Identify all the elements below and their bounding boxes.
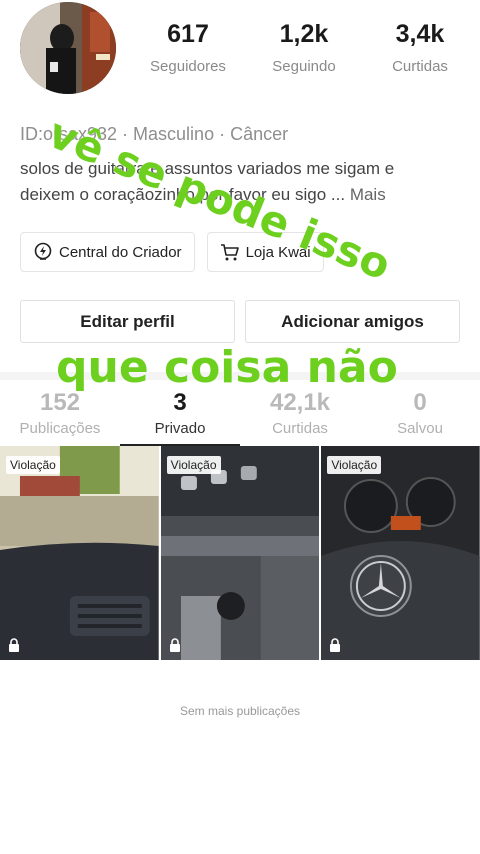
overlay-caption-middle: que coisa não xyxy=(56,342,398,393)
lock-icon xyxy=(169,638,180,652)
avatar[interactable] xyxy=(20,2,116,94)
video-thumbnail[interactable]: Violação xyxy=(160,446,320,660)
tab-publications[interactable]: 152 Publicações xyxy=(0,388,120,446)
tab-private-count: 3 xyxy=(173,389,187,416)
bio-line-1: solos de guitarra e assuntos variados me… xyxy=(20,159,395,178)
bio-more-link[interactable]: Mais xyxy=(350,185,386,204)
tab-likes-count: 42,1k xyxy=(269,389,331,416)
car-interior-thumbnail xyxy=(160,446,320,660)
lock-icon xyxy=(330,638,341,652)
cart-icon xyxy=(220,244,239,261)
profile-tabs: 152 Publicações 3 Privado 42,1k Curtidas… xyxy=(0,388,480,446)
likes-count: 3,4k xyxy=(395,20,445,48)
tab-saved-count: 0 xyxy=(413,389,427,416)
section-divider xyxy=(0,372,480,380)
add-friends-button[interactable]: Adicionar amigos xyxy=(245,300,460,343)
tab-private[interactable]: 3 Privado xyxy=(120,388,240,446)
likes-label: Curtidas xyxy=(392,58,448,75)
following-label: Seguindo xyxy=(272,58,336,75)
violation-badge: Violação xyxy=(166,456,221,474)
no-more-posts-text: Sem mais publicações xyxy=(179,704,301,718)
followers-label: Seguidores xyxy=(150,58,226,75)
bio-line-2-text: deixem o coraçãozinho por favor eu sigo … xyxy=(20,185,346,204)
steering-wheel-thumbnail xyxy=(321,446,480,660)
profile-header: 617 Seguidores 1,2k Seguindo 3,4k Curtid… xyxy=(0,0,480,110)
tab-private-label: Privado xyxy=(154,420,206,437)
tab-saved[interactable]: 0 Salvou xyxy=(360,388,480,446)
tab-publications-label: Publicações xyxy=(19,420,101,437)
tab-publications-count: 152 xyxy=(39,389,81,416)
tab-saved-label: Salvou xyxy=(397,420,443,437)
profile-stats: 617 Seguidores 1,2k Seguindo 3,4k Curtid… xyxy=(130,18,480,75)
kwai-shop-label: Loja Kwai xyxy=(245,243,311,261)
lock-icon xyxy=(9,638,19,652)
likes-stat[interactable]: 3,4k Curtidas xyxy=(362,18,478,75)
profile-meta: ID:orsax932 · Masculino · Câncer xyxy=(20,124,289,144)
edit-profile-button[interactable]: Editar perfil xyxy=(20,300,235,343)
violation-badge: Violação xyxy=(6,456,60,474)
car-street-thumbnail xyxy=(0,446,159,660)
avatar-photo xyxy=(20,2,116,94)
profile-shortcuts: Central do Criador Loja Kwai xyxy=(20,232,324,272)
kwai-shop-button[interactable]: Loja Kwai xyxy=(206,232,324,272)
profile-actions: Editar perfil Adicionar amigos xyxy=(20,300,460,343)
bio-line-2: deixem o coraçãozinho por favor eu sigo … xyxy=(20,182,465,208)
violation-badge: Violação xyxy=(327,456,382,474)
followers-stat[interactable]: 617 Seguidores xyxy=(130,18,246,75)
creator-center-label: Central do Criador xyxy=(59,243,182,261)
video-thumbnail[interactable]: Violação xyxy=(321,446,480,660)
tab-likes-label: Curtidas xyxy=(272,420,328,437)
lightning-icon xyxy=(34,242,52,260)
video-thumbnail[interactable]: Violação xyxy=(0,446,159,660)
followers-count: 617 xyxy=(167,20,209,48)
creator-center-button[interactable]: Central do Criador xyxy=(20,232,195,272)
following-stat[interactable]: 1,2k Seguindo xyxy=(246,18,362,75)
tab-likes[interactable]: 42,1k Curtidas xyxy=(240,388,360,446)
profile-bio: solos de guitarra e assuntos variados me… xyxy=(20,156,465,208)
video-grid: Violação Violação Violação xyxy=(0,446,480,660)
following-count: 1,2k xyxy=(279,20,329,48)
